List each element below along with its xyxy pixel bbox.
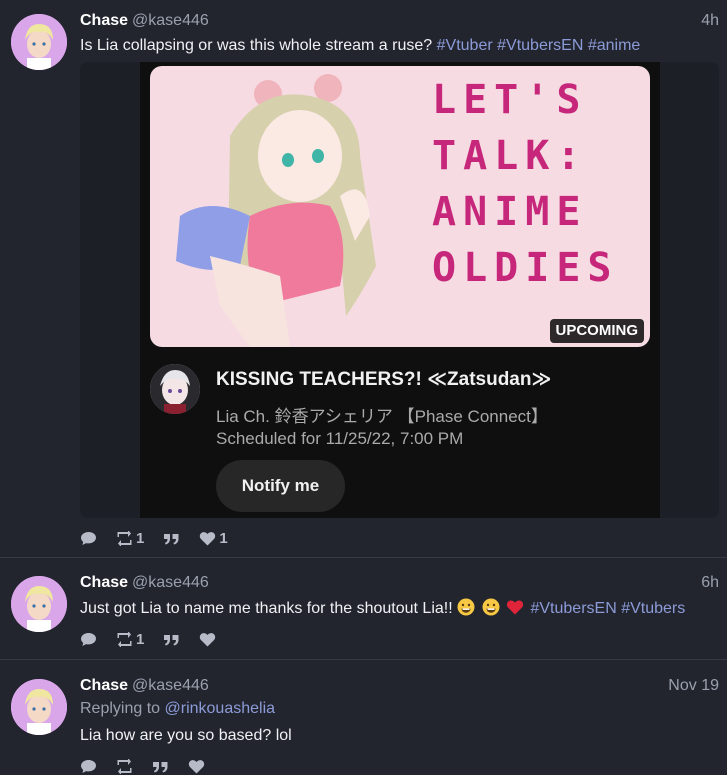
reply-icon [81,531,96,545]
like-icon [200,632,216,646]
notify-me-button[interactable]: Notify me [216,460,345,512]
post-text: Just got Lia to name me thanks for the s… [80,598,719,619]
grinning-emoji [482,598,500,616]
like-count: 1 [219,529,228,547]
thumbnail-line: LET'S [432,77,588,123]
like-button[interactable] [188,759,205,774]
reply-indicator: Replying to @rinkouashelia [80,699,719,719]
post-text: Is Lia collapsing or was this whole stre… [80,36,719,56]
upcoming-badge: UPCOMING [549,319,644,343]
reply-icon [81,759,96,773]
post-time[interactable]: 4h [701,11,719,31]
grinning-emoji [457,598,475,616]
display-name[interactable]: Chase [80,12,128,29]
hashtag[interactable]: #Vtuber [437,37,493,54]
reply-icon [81,632,96,646]
channel-avatar[interactable] [150,364,200,414]
post-header: Chase @kase446 6h [80,573,719,593]
post-actions [80,757,224,775]
video-title[interactable]: KISSING TEACHERS?! ≪Zatsudan≫ [216,368,551,391]
quote-icon [164,533,179,544]
display-name[interactable]: Chase [80,677,128,694]
hashtag[interactable]: #VtubersEN [530,600,616,617]
channel-name[interactable]: Lia Ch. 鈴香アシェリア 【Phase Connect】 [216,402,548,427]
like-button[interactable] [199,632,216,647]
boost-button[interactable]: 1 [116,530,144,547]
youtube-embed[interactable]: LET'S TALK: ANIME OLDIES UPCOMING KISSIN… [80,62,719,518]
thumbnail-line: OLDIES [432,245,619,291]
username[interactable]: @kase446 [132,677,209,694]
video-thumbnail[interactable]: LET'S TALK: ANIME OLDIES UPCOMING [150,66,650,347]
video-card[interactable]: LET'S TALK: ANIME OLDIES UPCOMING KISSIN… [140,62,660,518]
username[interactable]: @kase446 [132,12,209,29]
post-time[interactable]: 6h [701,573,719,593]
thumbnail-text: LET'S TALK: ANIME OLDIES [432,72,632,296]
hashtag[interactable]: #Vtubers [621,600,685,617]
like-icon [200,531,216,545]
post[interactable]: Chase @kase446 6h Just got Lia to name me… [0,559,727,660]
reply-button[interactable] [80,759,97,774]
boost-count: 1 [136,630,145,648]
reply-button[interactable] [80,531,97,546]
post[interactable]: Chase @kase446 4h Is Lia collapsing or wa… [0,0,727,558]
post-header: Chase @kase446 Nov 19 [80,676,719,696]
thumbnail-line: TALK: [432,133,588,179]
quote-button[interactable] [152,759,169,774]
quote-button[interactable] [163,632,180,647]
post-text: Lia how are you so based? lol [80,727,292,744]
boost-button[interactable]: 1 [116,631,144,648]
thumbnail-line: ANIME [432,189,588,235]
quote-icon [164,634,179,645]
post-actions: 1 [80,630,235,648]
like-button[interactable]: 1 [199,529,228,547]
quote-button[interactable] [163,531,180,546]
boost-count: 1 [136,529,145,547]
reply-prefix: Replying to [80,700,161,717]
boost-button[interactable] [116,758,133,774]
boost-icon [117,631,132,647]
post-body: Is Lia collapsing or was this whole stre… [80,37,433,54]
post-actions: 1 1 [80,529,247,547]
post-time[interactable]: Nov 19 [668,676,719,696]
like-icon [188,759,205,773]
reply-mention[interactable]: @rinkouashelia [165,700,276,717]
red-heart-emoji [506,600,524,615]
hashtag[interactable]: #VtubersEN [497,37,583,54]
display-name[interactable]: Chase [80,574,128,591]
boost-icon [117,758,132,774]
avatar[interactable] [11,679,67,735]
quote-icon [153,761,168,772]
avatar[interactable] [11,576,67,632]
post-body: Just got Lia to name me thanks for the s… [80,600,453,617]
username[interactable]: @kase446 [132,574,209,591]
post[interactable]: Chase @kase446 Nov 19 Replying to @rinkou… [0,661,727,775]
boost-icon [117,530,132,546]
hashtag[interactable]: #anime [588,37,640,54]
post-header: Chase @kase446 4h [80,11,719,31]
avatar[interactable] [11,14,67,70]
scheduled-time: Scheduled for 11/25/22, 7:00 PM [216,429,464,448]
timeline-feed: Chase @kase446 4h Is Lia collapsing or wa… [0,0,727,775]
reply-button[interactable] [80,632,97,647]
